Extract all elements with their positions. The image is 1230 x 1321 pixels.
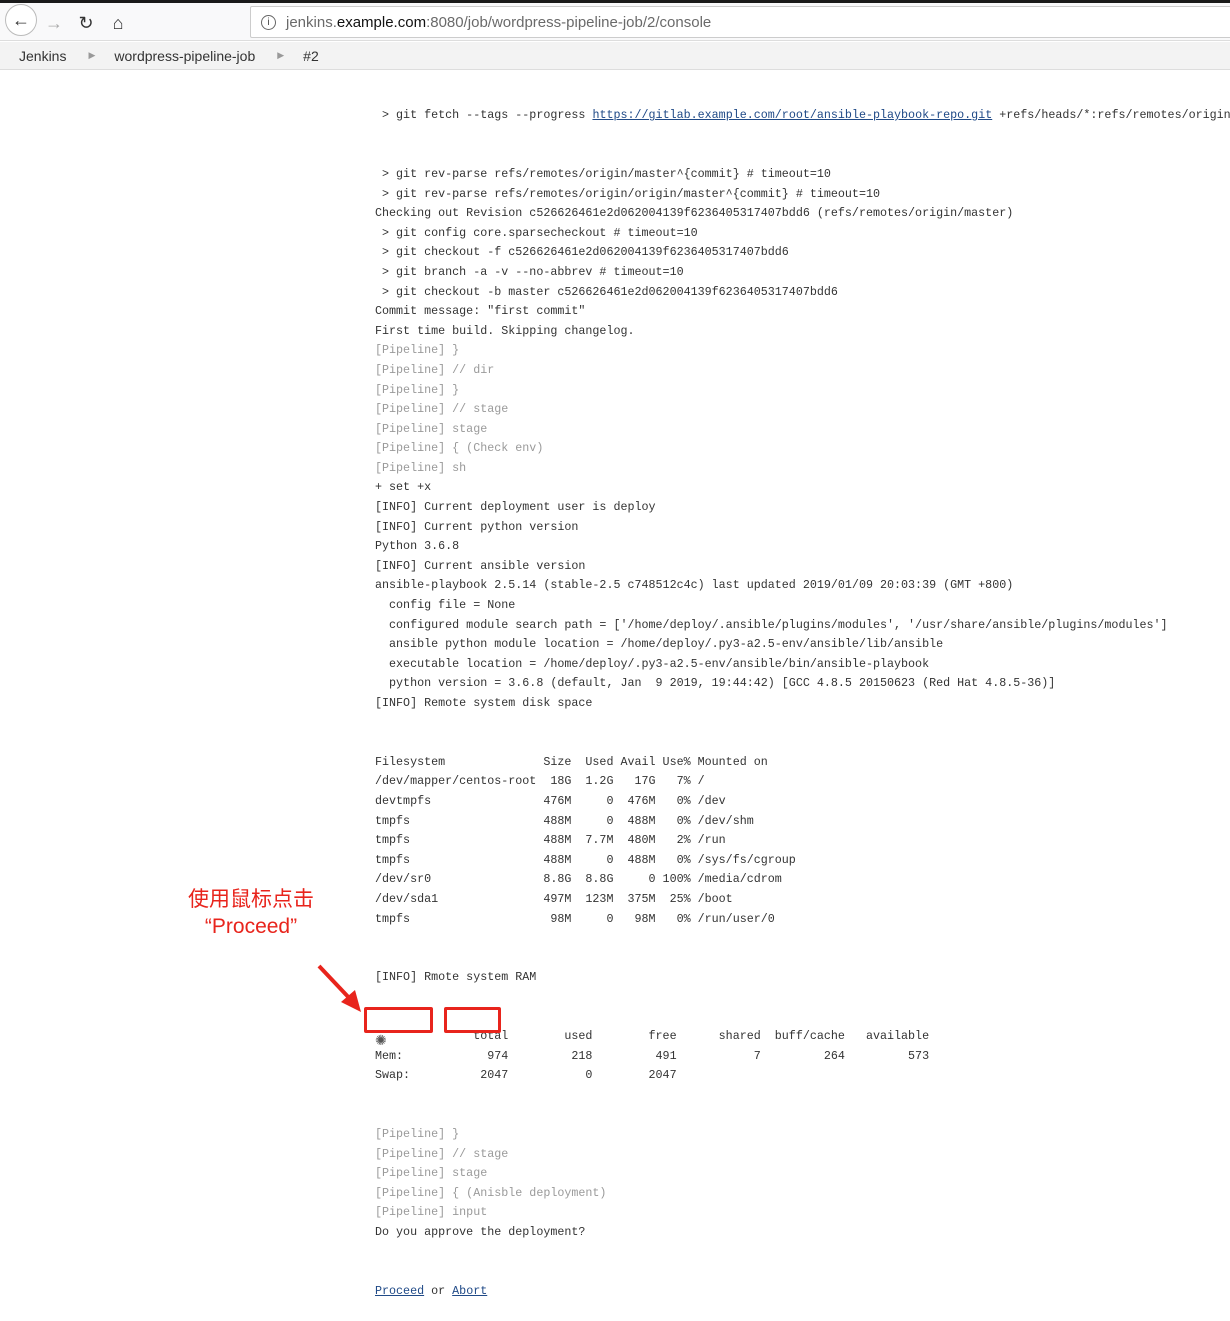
annotation-text: 使用鼠标点击 “Proceed” <box>186 886 316 940</box>
annotation-line: 使用鼠标点击 <box>188 888 314 911</box>
console-text: +refs/heads/*:refs/remotes/origin <box>992 108 1230 123</box>
console-line: [Pipeline] // stage <box>375 402 509 417</box>
arrow-right-icon: → <box>45 12 63 33</box>
disk-row: devtmpfs 476M 0 476M 0% /dev <box>375 793 726 808</box>
console-text: > git fetch --tags --progress <box>375 108 593 123</box>
console-line: > git checkout -b master c526626461e2d06… <box>375 284 838 299</box>
console-output: > git fetch --tags --progress https://gi… <box>375 67 1230 1321</box>
proceed-highlight-box <box>364 1007 433 1033</box>
address-bar[interactable]: i jenkins. example.com:8080/job/wordpress… <box>250 6 1230 38</box>
input-actions: Proceed or Abort <box>375 1282 1230 1302</box>
console-line: [Pipeline] } <box>375 382 460 397</box>
console-line: [INFO] Current python version <box>375 519 579 534</box>
breadcrumb-jenkins[interactable]: Jenkins <box>19 48 66 64</box>
info-icon[interactable]: i <box>261 14 276 30</box>
reload-button[interactable]: ↻ <box>72 9 100 37</box>
url-path: :8080/job/wordpress-pipeline-job/2/conso… <box>426 13 712 31</box>
url-host: example.com <box>336 13 427 31</box>
console-line: [Pipeline] } <box>375 1127 460 1142</box>
console-line: ansible python module location = /home/d… <box>375 637 944 652</box>
console-line: > git checkout -f c526626461e2d062004139… <box>375 245 789 260</box>
browser-toolbar: ← → ↻ ⌂ i jenkins. example.com:8080/job/w… <box>0 3 1230 41</box>
console-line: total used free shared buff/cache availa… <box>375 1029 930 1044</box>
console-line: [INFO] Rmote system RAM <box>375 970 537 985</box>
arrow-left-icon: ← <box>12 9 30 30</box>
or-text: or <box>431 1283 446 1298</box>
disk-row: /dev/sda1 497M 123M 375M 25% /boot <box>375 891 733 906</box>
abort-highlight-box <box>444 1007 501 1033</box>
console-line: [Pipeline] } <box>375 343 460 358</box>
disk-row: tmpfs 98M 0 98M 0% /run/user/0 <box>375 911 775 926</box>
console-line: [Pipeline] // stage <box>375 1146 509 1161</box>
console-line: Commit message: "first commit" <box>375 304 586 319</box>
disk-row: tmpfs 488M 7.7M 480M 2% /run <box>375 833 726 848</box>
ram-row: Mem: 974 218 491 7 264 573 <box>375 1048 930 1063</box>
ram-row: Swap: 2047 0 2047 <box>375 1068 677 1083</box>
disk-row: /dev/mapper/centos-root 18G 1.2G 17G 7% … <box>375 774 705 789</box>
console-line: Python 3.6.8 <box>375 539 460 554</box>
disk-row: tmpfs 488M 0 488M 0% /sys/fs/cgroup <box>375 852 796 867</box>
console-line: Checking out Revision c526626461e2d06200… <box>375 206 1014 221</box>
console-line: > git config core.sparsecheckout # timeo… <box>375 225 698 240</box>
console-line: Do you approve the deployment? <box>375 1225 586 1240</box>
reload-icon: ↻ <box>78 12 94 33</box>
back-button[interactable]: ← <box>5 4 37 36</box>
loading-spinner-icon: ✺ <box>375 1032 387 1048</box>
home-icon: ⌂ <box>112 12 124 33</box>
home-button[interactable]: ⌂ <box>104 9 132 37</box>
breadcrumb-build[interactable]: #2 <box>303 48 319 64</box>
console-line: ansible-playbook 2.5.14 (stable-2.5 c748… <box>375 578 1014 593</box>
console-line: [Pipeline] stage <box>375 1166 488 1181</box>
console-line: > git branch -a -v --no-abbrev # timeout… <box>375 264 684 279</box>
console-line: [INFO] Remote system disk space <box>375 696 593 710</box>
console-line: [INFO] Current deployment user is deploy <box>375 500 656 515</box>
annotation-arrow-icon <box>317 964 361 1012</box>
breadcrumb-job[interactable]: wordpress-pipeline-job <box>114 48 255 64</box>
proceed-link[interactable]: Proceed <box>375 1284 424 1298</box>
console-line: First time build. Skipping changelog. <box>375 323 635 338</box>
breadcrumb: Jenkins ▶ wordpress-pipeline-job ▶ #2 <box>0 42 1230 70</box>
forward-button[interactable]: → <box>40 9 68 37</box>
console-line: + set +x <box>375 480 432 495</box>
abort-link[interactable]: Abort <box>452 1284 487 1298</box>
console-line: > git rev-parse refs/remotes/origin/mast… <box>375 166 831 181</box>
console-line: executable location = /home/deploy/.py3-… <box>375 656 930 671</box>
chevron-right-icon: ▶ <box>277 50 285 60</box>
console-line: [Pipeline] { (Anisble deployment) <box>375 1185 607 1200</box>
console-line: [Pipeline] sh <box>375 460 467 475</box>
annotation-line: “Proceed” <box>204 915 298 938</box>
console-line: > git rev-parse refs/remotes/origin/orig… <box>375 186 880 201</box>
console-line: [INFO] Current ansible version <box>375 558 586 573</box>
disk-row: /dev/sr0 8.8G 8.8G 0 100% /media/cdrom <box>375 872 782 887</box>
console-line: [Pipeline] // dir <box>375 362 495 377</box>
url-prefix: jenkins. <box>286 13 337 31</box>
console-line: config file = None <box>375 598 516 613</box>
chevron-right-icon: ▶ <box>88 50 96 60</box>
disk-row: tmpfs 488M 0 488M 0% /dev/shm <box>375 813 754 828</box>
console-line: configured module search path = ['/home/… <box>375 617 1168 632</box>
console-line: > git fetch --tags --progress https://gi… <box>375 106 1230 126</box>
console-line: [Pipeline] input <box>375 1205 488 1220</box>
console-line: python version = 3.6.8 (default, Jan 9 2… <box>375 676 1056 691</box>
console-line: [Pipeline] stage <box>375 421 488 436</box>
repo-link[interactable]: https://gitlab.example.com/root/ansible-… <box>592 108 992 122</box>
console-line: [Pipeline] { (Check env) <box>375 441 544 456</box>
console-line: Filesystem Size Used Avail Use% Mounted … <box>375 754 768 769</box>
